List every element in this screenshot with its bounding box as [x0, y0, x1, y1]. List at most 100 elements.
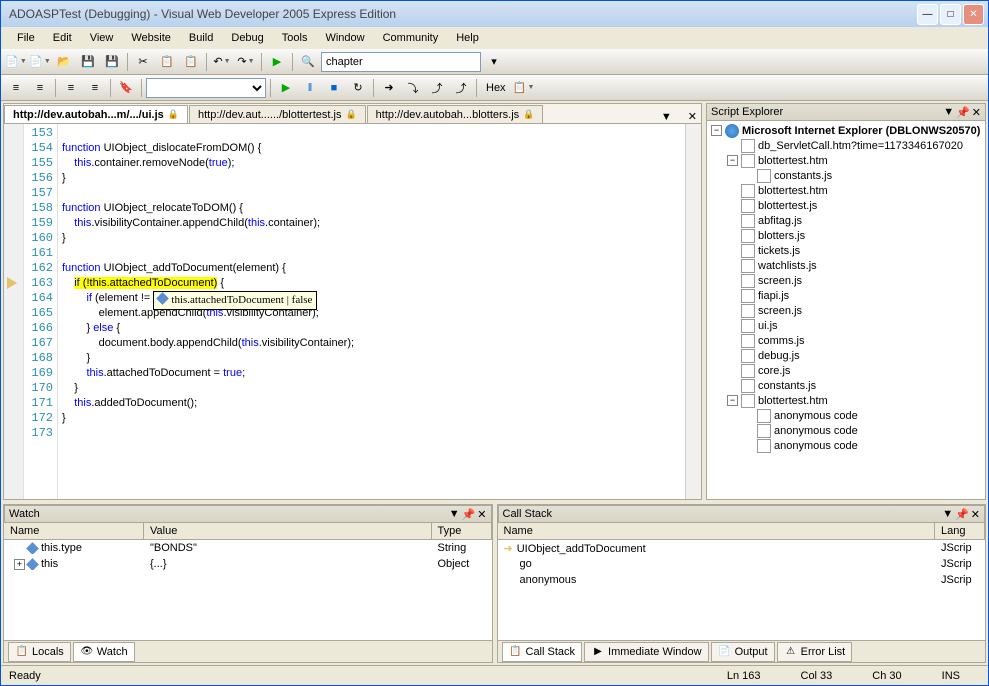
callstack-col-lang[interactable]: Lang	[935, 523, 985, 539]
tree-item[interactable]: constants.js	[709, 378, 983, 393]
immediate-tab[interactable]: ▶Immediate Window	[584, 642, 709, 662]
vertical-scrollbar[interactable]	[685, 124, 701, 499]
paste-button[interactable]: 📋	[180, 51, 202, 73]
breakpoint-margin[interactable]	[4, 124, 24, 499]
show-next-button[interactable]: ➜	[378, 77, 400, 99]
tree-item[interactable]: db_ServletCall.htm?time=1173346167020	[709, 138, 983, 153]
callstack-tab[interactable]: 📋Call Stack	[502, 642, 583, 662]
indent-button[interactable]: ≡	[5, 77, 27, 99]
tree-item[interactable]: blottertest.js	[709, 198, 983, 213]
tab-dropdown-icon[interactable]: ▼	[657, 111, 676, 123]
watch-grid[interactable]: Name Value Type this.type"BONDS"String+t…	[4, 523, 492, 640]
menu-debug[interactable]: Debug	[223, 30, 271, 46]
menu-website[interactable]: Website	[123, 30, 179, 46]
tree-item[interactable]: abfitag.js	[709, 213, 983, 228]
callstack-row[interactable]: goJScrip	[498, 556, 986, 572]
restart-button[interactable]: ↻	[347, 77, 369, 99]
document-tab[interactable]: http://dev.autobah...m/.../ui.js🔒	[4, 105, 188, 123]
panel-pin-icon[interactable]: 📌	[462, 508, 476, 521]
uncomment-button[interactable]: ≡	[84, 77, 106, 99]
continue-button[interactable]: ▶	[275, 77, 297, 99]
tree-item[interactable]: tickets.js	[709, 243, 983, 258]
script-explorer-tree[interactable]: −Microsoft Internet Explorer (DBLONWS205…	[706, 121, 986, 500]
maximize-button[interactable]: □	[940, 4, 961, 25]
save-all-button[interactable]: 💾	[101, 51, 123, 73]
save-button[interactable]: 💾	[77, 51, 99, 73]
watch-tab[interactable]: 👁Watch	[73, 642, 135, 662]
breakpoints-button[interactable]: 📋▼	[513, 77, 535, 99]
panel-pin-icon[interactable]: 📌	[956, 106, 970, 119]
tree-item[interactable]: anonymous code	[709, 408, 983, 423]
menu-edit[interactable]: Edit	[45, 30, 80, 46]
menu-help[interactable]: Help	[448, 30, 487, 46]
errorlist-tab[interactable]: ⚠Error List	[777, 642, 853, 662]
undo-button[interactable]: ↶▼	[211, 51, 233, 73]
tree-item[interactable]: anonymous code	[709, 423, 983, 438]
code-editor[interactable]: function UIObject_dislocateFromDOM() { t…	[58, 124, 685, 499]
new-project-button[interactable]: 📄▼	[5, 51, 27, 73]
watch-col-value[interactable]: Value	[144, 523, 432, 539]
menu-build[interactable]: Build	[181, 30, 221, 46]
tab-close-icon[interactable]: ✕	[684, 110, 701, 123]
start-debug-button[interactable]: ▶	[266, 51, 288, 73]
pause-button[interactable]: ‖	[299, 77, 321, 99]
menu-window[interactable]: Window	[317, 30, 372, 46]
panel-dropdown-icon[interactable]: ▼	[449, 508, 460, 521]
panel-pin-icon[interactable]: 📌	[955, 508, 969, 521]
callstack-row[interactable]: anonymousJScrip	[498, 572, 986, 588]
step-into-button[interactable]: ⤵	[402, 77, 424, 99]
callstack-col-name[interactable]: Name	[498, 523, 936, 539]
outdent-button[interactable]: ≡	[29, 77, 51, 99]
output-tab[interactable]: 📄Output	[711, 642, 775, 662]
cut-button[interactable]: ✂	[132, 51, 154, 73]
config-combo[interactable]	[146, 78, 266, 98]
bookmark-button[interactable]: 🔖	[115, 77, 137, 99]
panel-dropdown-icon[interactable]: ▼	[943, 106, 954, 119]
menu-community[interactable]: Community	[375, 30, 447, 46]
document-tab[interactable]: http://dev.autobah...blotters.js🔒	[367, 105, 544, 123]
watch-row[interactable]: +this{...}Object	[4, 556, 492, 572]
tree-item[interactable]: blotters.js	[709, 228, 983, 243]
tree-item[interactable]: core.js	[709, 363, 983, 378]
tree-item[interactable]: screen.js	[709, 273, 983, 288]
watch-col-type[interactable]: Type	[432, 523, 492, 539]
hex-button[interactable]: Hex	[481, 77, 511, 99]
tree-root[interactable]: −Microsoft Internet Explorer (DBLONWS205…	[709, 123, 983, 138]
find-combo[interactable]	[321, 52, 481, 72]
redo-button[interactable]: ↷▼	[235, 51, 257, 73]
minimize-button[interactable]: —	[917, 4, 938, 25]
tree-item[interactable]: blottertest.htm	[709, 183, 983, 198]
tree-item[interactable]: constants.js	[709, 168, 983, 183]
tree-item[interactable]: fiapi.js	[709, 288, 983, 303]
step-over-button[interactable]: ⤴	[426, 77, 448, 99]
panel-close-icon[interactable]: ✕	[971, 508, 980, 521]
callstack-grid[interactable]: Name Lang ➜UIObject_addToDocumentJScripg…	[498, 523, 986, 640]
add-item-button[interactable]: 📄▼	[29, 51, 51, 73]
locals-tab[interactable]: 📋Locals	[8, 642, 71, 662]
document-tab[interactable]: http://dev.aut....../blottertest.js🔒	[189, 105, 366, 123]
watch-col-name[interactable]: Name	[4, 523, 144, 539]
tree-item[interactable]: comms.js	[709, 333, 983, 348]
menu-tools[interactable]: Tools	[274, 30, 316, 46]
callstack-row[interactable]: ➜UIObject_addToDocumentJScrip	[498, 540, 986, 556]
panel-close-icon[interactable]: ✕	[972, 106, 981, 119]
tree-item[interactable]: anonymous code	[709, 438, 983, 453]
toolbar-overflow[interactable]: ▾	[483, 51, 505, 73]
menu-view[interactable]: View	[82, 30, 122, 46]
tree-item[interactable]: screen.js	[709, 303, 983, 318]
open-button[interactable]: 📂	[53, 51, 75, 73]
watch-row[interactable]: this.type"BONDS"String	[4, 540, 492, 556]
tree-item[interactable]: −blottertest.htm	[709, 393, 983, 408]
step-out-button[interactable]: ⤴	[450, 77, 472, 99]
tree-item[interactable]: ui.js	[709, 318, 983, 333]
close-button[interactable]: ✕	[963, 4, 984, 25]
tree-item[interactable]: watchlists.js	[709, 258, 983, 273]
find-button[interactable]: 🔍	[297, 51, 319, 73]
panel-close-icon[interactable]: ✕	[477, 508, 486, 521]
tree-item[interactable]: −blottertest.htm	[709, 153, 983, 168]
copy-button[interactable]: 📋	[156, 51, 178, 73]
menu-file[interactable]: File	[9, 30, 43, 46]
tree-item[interactable]: debug.js	[709, 348, 983, 363]
comment-button[interactable]: ≡	[60, 77, 82, 99]
stop-button[interactable]: ■	[323, 77, 345, 99]
